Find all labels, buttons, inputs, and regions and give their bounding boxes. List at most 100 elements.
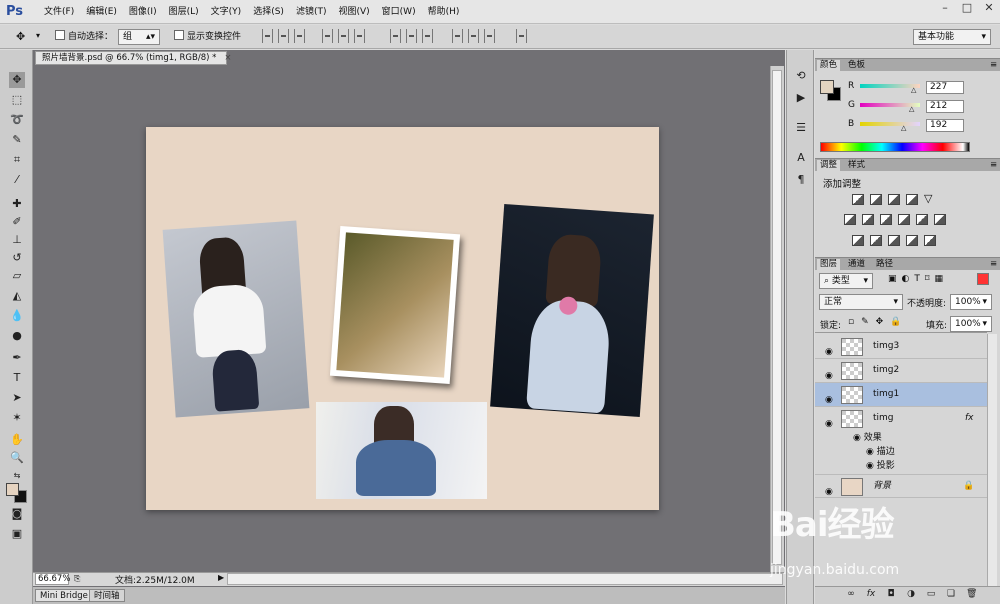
tool-preset-dropdown-icon[interactable]: ▾ xyxy=(36,28,40,44)
dodge-tool-icon[interactable]: ● xyxy=(9,328,25,344)
foreground-color-swatch[interactable] xyxy=(6,483,19,496)
red-slider-handle-icon[interactable]: △ xyxy=(911,86,916,94)
menu-view[interactable]: 视图(V) xyxy=(332,6,375,18)
shape-tool-icon[interactable]: ✶ xyxy=(9,410,25,426)
crop-tool-icon[interactable]: ⌗ xyxy=(9,152,25,168)
distribute-bottom-button[interactable] xyxy=(422,29,433,43)
paragraph-icon[interactable]: ¶ xyxy=(795,174,807,186)
opacity-input[interactable]: 100% ▾ xyxy=(950,294,992,310)
brightness-contrast-icon[interactable] xyxy=(852,194,864,205)
gradient-map-icon[interactable] xyxy=(924,235,936,246)
auto-select-target-select[interactable]: 组 ▴▾ xyxy=(118,29,160,45)
fill-input[interactable]: 100% ▾ xyxy=(950,316,992,332)
layer-filter-icons[interactable]: ▣◐T⌑▦ xyxy=(888,274,948,284)
character-icon[interactable]: A xyxy=(795,152,807,164)
restore-button[interactable]: □ xyxy=(956,0,978,17)
lasso-tool-icon[interactable]: ➰ xyxy=(9,112,25,128)
layer-row-timg[interactable]: ◉ timg fx xyxy=(815,407,987,431)
selective-color-icon[interactable] xyxy=(906,235,918,246)
document-tab[interactable]: 照片墙背景.psd @ 66.7% (timg1, RGB/8) * × xyxy=(35,51,232,65)
photo-timg[interactable] xyxy=(162,220,310,418)
distribute-hcenter-button[interactable] xyxy=(468,29,479,43)
curves-icon[interactable] xyxy=(888,194,900,205)
tab-paths[interactable]: 路径 xyxy=(873,259,896,271)
hue-saturation-icon[interactable] xyxy=(844,214,856,225)
distribute-top-button[interactable] xyxy=(390,29,401,43)
auto-select-checkbox[interactable] xyxy=(55,30,65,40)
history-icon[interactable]: ⟲ xyxy=(795,70,807,82)
black-white-icon[interactable] xyxy=(880,214,892,225)
eye-icon[interactable]: ◉ xyxy=(866,461,877,471)
export-icon[interactable]: ⎘ xyxy=(74,574,80,584)
tab-channels[interactable]: 通道 xyxy=(845,259,868,271)
layer-row-timg1[interactable]: ◉ timg1 xyxy=(815,383,987,407)
link-layers-icon[interactable]: ∞ xyxy=(846,589,856,599)
layer-row-timg3[interactable]: ◉ timg3 xyxy=(815,335,987,359)
menu-select[interactable]: 选择(S) xyxy=(247,6,290,18)
green-slider-handle-icon[interactable]: △ xyxy=(909,105,914,113)
eye-icon[interactable]: ◉ xyxy=(866,447,877,457)
menu-filter[interactable]: 滤镜(T) xyxy=(290,6,333,18)
quick-select-tool-icon[interactable]: ✎ xyxy=(9,132,25,148)
gradient-tool-icon[interactable]: ◭ xyxy=(9,288,25,304)
layer-row-timg2[interactable]: ◉ timg2 xyxy=(815,359,987,383)
menu-type[interactable]: 文字(Y) xyxy=(205,6,248,18)
color-lookup-icon[interactable] xyxy=(934,214,946,225)
panel-menu-icon[interactable]: ≡ xyxy=(987,60,1000,72)
exposure-icon[interactable] xyxy=(906,194,918,205)
move-tool-icon[interactable]: ✥ xyxy=(16,29,25,45)
show-transform-option[interactable]: 显示变换控件 xyxy=(174,29,241,45)
menu-file[interactable]: 文件(F) xyxy=(38,6,80,18)
blend-mode-select[interactable]: 正常 ▾ xyxy=(819,294,903,310)
effects-row[interactable]: ◉ 效果 xyxy=(853,432,882,444)
tab-layers[interactable]: 图层 xyxy=(817,259,841,271)
menu-layer[interactable]: 图层(L) xyxy=(163,6,205,18)
healing-brush-tool-icon[interactable]: ✚ xyxy=(9,196,25,212)
clone-stamp-tool-icon[interactable]: ⊥ xyxy=(9,232,25,248)
layers-scrollbar[interactable] xyxy=(987,334,997,586)
menu-window[interactable]: 窗口(W) xyxy=(376,6,422,18)
vertical-scroll-thumb[interactable] xyxy=(772,70,782,565)
posterize-icon[interactable] xyxy=(870,235,882,246)
tab-color[interactable]: 颜色 xyxy=(817,60,841,72)
align-bottom-button[interactable] xyxy=(294,29,305,43)
color-panel-foreground-swatch[interactable] xyxy=(820,80,834,94)
layer-fx-badge[interactable]: fx xyxy=(965,407,974,430)
minimize-button[interactable]: – xyxy=(934,0,956,17)
close-icon[interactable]: × xyxy=(224,53,231,63)
photo-filter-icon[interactable] xyxy=(898,214,910,225)
menu-edit[interactable]: 编辑(E) xyxy=(80,6,123,18)
stroke-effect-row[interactable]: ◉ 描边 xyxy=(866,446,895,458)
actions-play-icon[interactable]: ▶ xyxy=(795,92,807,104)
photo-timg2[interactable] xyxy=(490,204,654,417)
panel-menu-icon[interactable]: ≡ xyxy=(987,160,1000,172)
path-select-tool-icon[interactable]: ➤ xyxy=(9,390,25,406)
distribute-vcenter-button[interactable] xyxy=(406,29,417,43)
marquee-tool-icon[interactable]: ⬚ xyxy=(9,92,25,108)
levels-icon[interactable] xyxy=(870,194,882,205)
align-vertical-center-button[interactable] xyxy=(278,29,289,43)
auto-align-button[interactable] xyxy=(516,29,527,43)
show-transform-checkbox[interactable] xyxy=(174,30,184,40)
photo-timg1[interactable] xyxy=(329,225,461,385)
tab-swatches[interactable]: 色板 xyxy=(845,60,868,72)
move-tool-icon[interactable]: ✥ xyxy=(9,72,25,88)
blue-value-input[interactable]: 192 xyxy=(926,119,964,132)
channel-mixer-icon[interactable] xyxy=(916,214,928,225)
align-top-button[interactable] xyxy=(262,29,273,43)
auto-select-option[interactable]: 自动选择： xyxy=(55,29,113,45)
new-group-icon[interactable]: ▭ xyxy=(926,589,936,599)
align-left-button[interactable] xyxy=(322,29,333,43)
history-brush-tool-icon[interactable]: ↺ xyxy=(9,250,25,266)
distribute-right-button[interactable] xyxy=(484,29,495,43)
blur-tool-icon[interactable]: 💧 xyxy=(9,308,25,324)
distribute-left-button[interactable] xyxy=(452,29,463,43)
menu-help[interactable]: 帮助(H) xyxy=(422,6,466,18)
document-size-info[interactable]: 文档:2.25M/12.0M xyxy=(115,573,195,586)
tab-adjustments[interactable]: 调整 xyxy=(817,160,841,172)
add-style-icon[interactable]: fx xyxy=(866,589,876,599)
screen-mode-icon[interactable]: ▣ xyxy=(9,526,25,542)
tab-styles[interactable]: 样式 xyxy=(845,160,868,172)
layer-row-background[interactable]: ◉ 背景 🔒 xyxy=(815,474,987,498)
lock-icons[interactable]: ▫✎✥🔒 xyxy=(848,317,908,327)
